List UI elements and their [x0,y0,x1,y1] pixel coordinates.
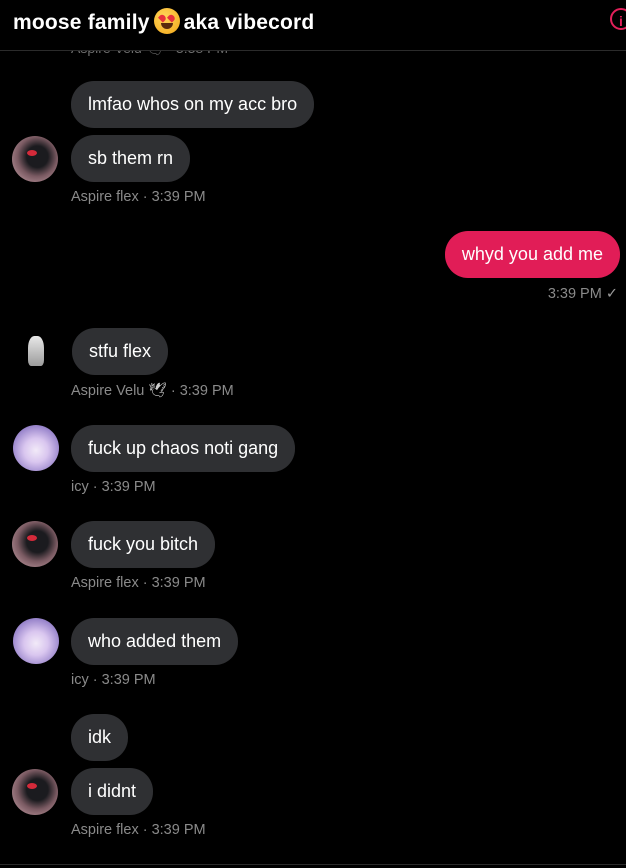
outgoing-message-bubble[interactable]: whyd you add me [444,231,620,278]
avatar-aspire-velu[interactable] [13,328,59,374]
message-meta: icy · 3:39 PM [71,672,156,688]
message-bubble[interactable]: sb them rn [71,135,191,182]
message-meta: Aspire flex · 3:39 PM [71,189,206,205]
message-meta: Aspire flex · 3:39 PM [71,575,206,591]
message-time: · 3:39 PM [170,383,234,399]
star-struck-emoji-icon [153,8,180,34]
avatar-icy[interactable] [13,618,59,664]
message-bubble[interactable]: fuck up chaos noti gang [71,425,296,472]
chat-title[interactable]: moose family aka vibecord [13,8,314,35]
message-bubble[interactable]: lmfao whos on my acc bro [71,81,315,128]
chat-title-part1: moose family [13,11,150,34]
message-time: 3:39 PM [547,286,602,302]
message-bubble[interactable]: i didnt [71,768,154,815]
dove-icon: 🕊 [148,383,167,399]
sender-name: Aspire Velu [71,383,145,399]
composer-divider [0,864,626,865]
outgoing-message-meta: 3:39 PM ✓ [548,286,618,302]
message-meta: icy · 3:39 PM [71,479,156,495]
message-bubble[interactable]: fuck you bitch [71,521,216,568]
message-meta: Aspire Velu 🕊 · 3:39 PM [71,382,234,399]
chat-header: moose family aka vibecord i [0,0,626,51]
avatar-aspire-flex[interactable] [12,769,58,815]
message-meta: Aspire flex · 3:39 PM [71,822,206,838]
avatar-aspire-flex[interactable] [12,521,58,567]
avatar-aspire-flex[interactable] [12,136,58,182]
message-bubble[interactable]: who added them [71,618,239,665]
chat-title-part2: aka vibecord [183,11,315,34]
message-bubble[interactable]: stfu flex [72,328,169,375]
message-bubble[interactable]: idk [71,714,129,761]
sent-check-icon: ✓ [605,286,618,302]
info-icon[interactable]: i [610,8,626,30]
avatar-icy[interactable] [13,425,59,471]
